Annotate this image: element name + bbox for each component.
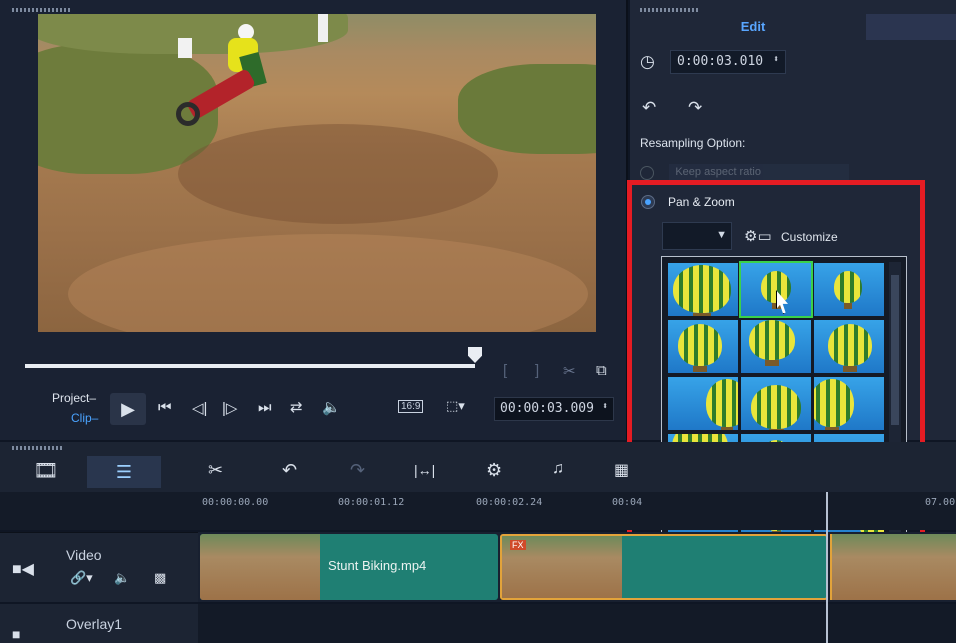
tab-secondary[interactable]	[866, 14, 956, 40]
duration-value: 0:00:03.010	[677, 54, 764, 69]
play-button[interactable]: ▶	[110, 393, 146, 425]
duration-stepper-icon[interactable]: ⬍	[773, 54, 779, 65]
video-clip[interactable]: Stunt Biking.mp4	[200, 534, 498, 600]
video-track-label: Video	[66, 547, 102, 563]
timecode-stepper-icon[interactable]: ⬍	[602, 401, 608, 412]
mark-in-icon[interactable]: [	[503, 362, 507, 379]
keep-aspect-radio[interactable]	[640, 166, 654, 180]
mark-out-icon[interactable]: ]	[535, 362, 539, 379]
timeline-grip[interactable]	[12, 446, 62, 450]
enlarge-preview-icon[interactable]: ⧉	[596, 362, 607, 379]
rotate-left-icon[interactable]: ↶	[642, 98, 656, 118]
preview-options-icon[interactable]: ⬚▾	[446, 398, 465, 414]
video-camera-icon: ■◀	[12, 561, 34, 578]
aspect-ratio-button[interactable]: 16:9	[398, 400, 424, 413]
film-icon[interactable]: ▦	[614, 460, 629, 480]
ruler-tick: 07.00	[925, 497, 956, 508]
duration-field[interactable]: 0:00:03.010 ⬍	[670, 50, 786, 74]
timeline-view-icon: ☰	[115, 462, 133, 482]
project-mode-label[interactable]: Project–	[52, 391, 96, 405]
fit-timeline-icon[interactable]: |↔|	[414, 462, 435, 478]
repeat-icon[interactable]: ⇄	[290, 398, 303, 416]
go-to-end-icon[interactable]: ⏭	[258, 399, 272, 416]
options-grip[interactable]	[640, 8, 700, 12]
ruler-tick: 00:04	[612, 497, 643, 508]
ruler-tick: 00:00:00.00	[202, 497, 269, 508]
scissors-icon[interactable]: ✂	[563, 362, 576, 380]
rotate-right-icon[interactable]: ↷	[688, 98, 702, 118]
previous-frame-icon[interactable]: ◁|	[192, 399, 207, 417]
ruler-tick: 00:00:02.24	[476, 497, 543, 508]
video-clip[interactable]	[830, 534, 956, 600]
next-frame-icon[interactable]: |▷	[222, 399, 237, 417]
mute-track-icon[interactable]: 🔈	[114, 570, 130, 586]
clock-icon: ◷	[640, 52, 655, 71]
clip-thumbnail	[200, 534, 320, 600]
resampling-label: Resampling Option:	[640, 136, 746, 150]
timeline-view-button[interactable]: ☰	[87, 456, 161, 488]
ruler-tick: 00:00:01.12	[338, 497, 405, 508]
preview-timecode-field[interactable]: 00:00:03.009 ⬍	[494, 397, 614, 421]
fx-badge: FX	[510, 540, 526, 550]
play-icon: ▶	[121, 399, 135, 419]
volume-icon[interactable]: 🔈	[322, 398, 341, 416]
video-clip-selected[interactable]: FX	[500, 534, 828, 600]
clip-name: Stunt Biking.mp4	[328, 558, 427, 573]
tools-icon[interactable]: ✂	[208, 460, 223, 481]
undo-icon[interactable]: ↶	[282, 460, 297, 481]
video-track-header: ■◀ Video 🔗▾ 🔈 ▩	[0, 532, 198, 602]
record-capture-icon[interactable]: ⚙	[486, 460, 502, 481]
go-to-start-icon[interactable]: ⏮	[158, 399, 172, 416]
tab-edit[interactable]: Edit	[642, 14, 864, 40]
overlay-icon: ■	[12, 626, 21, 642]
ripple-edit-icon[interactable]: ▩	[154, 570, 166, 586]
audio-mixer-icon[interactable]: ♫	[552, 460, 564, 478]
link-icon[interactable]: 🔗▾	[70, 570, 93, 586]
overlay-track-label: Overlay1	[66, 616, 123, 632]
storyboard-view-icon[interactable]: 🎞	[25, 458, 67, 486]
preview-timecode: 00:00:03.009	[500, 401, 594, 416]
video-preview[interactable]	[38, 14, 596, 332]
clip-mode-label[interactable]: Clip–	[71, 411, 98, 425]
playhead[interactable]	[826, 492, 828, 643]
redo-icon[interactable]: ↷	[350, 460, 365, 481]
overlay-track[interactable]	[198, 604, 956, 643]
overlay-track-header: ■ Overlay1	[0, 604, 198, 643]
panel-grip[interactable]	[12, 8, 72, 12]
scrub-bar[interactable]	[25, 364, 475, 368]
